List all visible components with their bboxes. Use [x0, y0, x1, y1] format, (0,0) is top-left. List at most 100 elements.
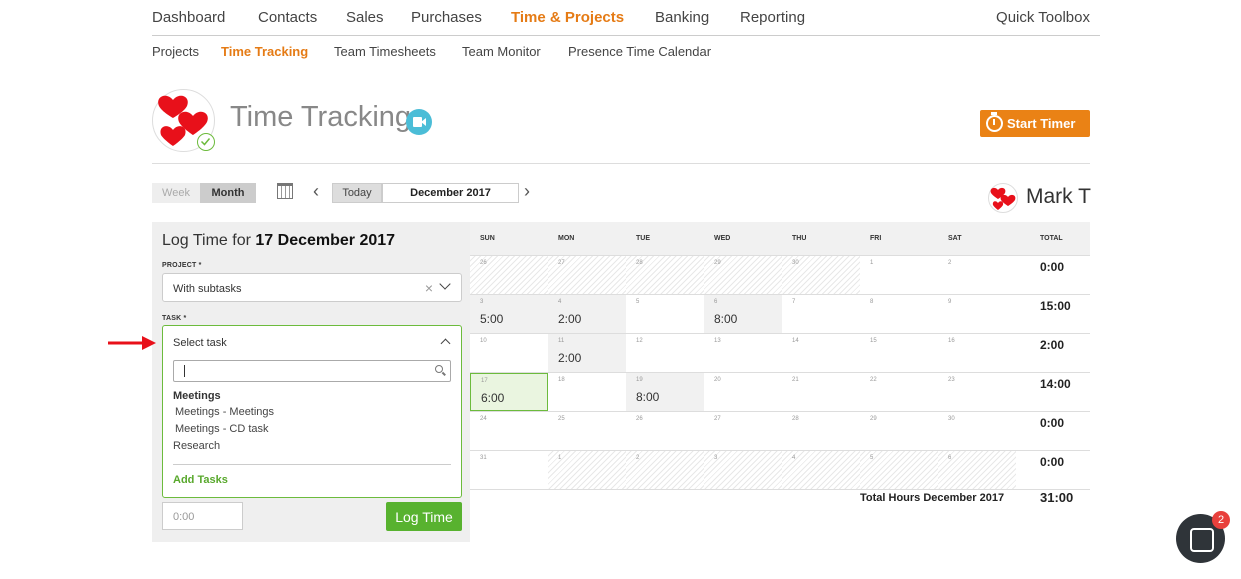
subnav-presence-calendar[interactable]: Presence Time Calendar	[568, 44, 711, 59]
calendar-day-cell[interactable]: 17 6:00	[470, 373, 548, 411]
start-timer-button[interactable]: Start Timer	[980, 110, 1090, 137]
view-toggle: Week Month	[152, 183, 256, 203]
calendar-day-cell[interactable]: 7	[782, 295, 860, 333]
nav-time-projects[interactable]: Time & Projects	[511, 9, 624, 26]
calendar-day-cell[interactable]: 13	[704, 334, 782, 372]
calendar-day-cell[interactable]: 16	[938, 334, 1016, 372]
calendar-day-cell[interactable]: 30	[782, 256, 860, 294]
period-field[interactable]: December 2017	[382, 183, 519, 203]
day-hours: 2:00	[558, 312, 582, 326]
calendar-day-cell[interactable]: 28	[626, 256, 704, 294]
header-sun: SUN	[480, 235, 495, 242]
calendar-week-row: 26 27 28 29 30 1 2 0:00	[470, 256, 1090, 295]
task-option[interactable]: Meetings - Meetings	[173, 406, 274, 423]
calendar-day-cell[interactable]: 10	[470, 334, 548, 372]
day-number: 2	[948, 260, 952, 266]
task-dropdown[interactable]: Select task Meetings Meetings - Meetings…	[162, 325, 462, 498]
task-placeholder[interactable]: Select task	[173, 337, 227, 349]
chevron-down-icon[interactable]	[439, 278, 451, 290]
day-number: 22	[870, 377, 877, 383]
top-nav: Dashboard Contacts Sales Purchases Time …	[152, 0, 1100, 36]
calendar-day-cell[interactable]: 3 5:00	[470, 295, 548, 333]
subnav-time-tracking[interactable]: Time Tracking	[221, 44, 308, 59]
nav-banking[interactable]: Banking	[655, 9, 709, 26]
project-select[interactable]: With subtasks ×	[162, 273, 462, 302]
calendar-day-cell[interactable]: 6	[938, 451, 1016, 489]
calendar-day-cell[interactable]: 19 8:00	[626, 373, 704, 411]
calendar-day-cell[interactable]: 25	[548, 412, 626, 450]
subnav-team-monitor[interactable]: Team Monitor	[462, 44, 541, 59]
nav-purchases[interactable]: Purchases	[411, 9, 482, 26]
today-button[interactable]: Today	[332, 183, 382, 203]
calendar-icon[interactable]	[277, 183, 293, 199]
week-view-button[interactable]: Week	[152, 183, 200, 203]
nav-dashboard[interactable]: Dashboard	[152, 9, 225, 26]
calendar-day-cell[interactable]: 11 2:00	[548, 334, 626, 372]
clear-icon[interactable]: ×	[425, 280, 433, 296]
task-option[interactable]: Research	[173, 440, 274, 457]
nav-reporting[interactable]: Reporting	[740, 9, 805, 26]
task-search-input[interactable]	[173, 360, 451, 382]
add-tasks-link[interactable]: Add Tasks	[173, 474, 228, 486]
calendar-day-cell[interactable]: 1	[548, 451, 626, 489]
day-number: 31	[480, 455, 487, 461]
video-help-icon[interactable]	[406, 109, 432, 135]
task-option[interactable]: Meetings - CD task	[173, 423, 274, 440]
calendar-day-cell[interactable]: 20	[704, 373, 782, 411]
calendar-day-cell[interactable]: 29	[704, 256, 782, 294]
subnav-projects[interactable]: Projects	[152, 44, 199, 59]
header-wed: WED	[714, 235, 731, 242]
calendar-day-cell[interactable]: 9	[938, 295, 1016, 333]
calendar-day-cell[interactable]: 21	[782, 373, 860, 411]
chevron-up-icon[interactable]	[440, 338, 451, 349]
calendar-day-cell[interactable]: 23	[938, 373, 1016, 411]
nav-contacts[interactable]: Contacts	[258, 9, 317, 26]
calendar-day-cell[interactable]: 5	[860, 451, 938, 489]
calendar-day-cell[interactable]: 2	[626, 451, 704, 489]
calendar-day-cell[interactable]: 2	[938, 256, 1016, 294]
user-name[interactable]: Mark T	[1026, 185, 1091, 209]
day-number: 7	[792, 299, 796, 305]
calendar-header: SUN MON TUE WED THU FRI SAT TOTAL	[470, 222, 1090, 256]
calendar-day-cell[interactable]: 8	[860, 295, 938, 333]
day-number: 26	[636, 416, 643, 422]
day-number: 29	[714, 260, 721, 266]
calendar-day-cell[interactable]: 28	[782, 412, 860, 450]
calendar-day-cell[interactable]: 26	[626, 412, 704, 450]
calendar-day-cell[interactable]: 1	[860, 256, 938, 294]
subnav-team-timesheets[interactable]: Team Timesheets	[334, 44, 436, 59]
month-view-button[interactable]: Month	[200, 183, 256, 203]
calendar-day-cell[interactable]: 4 2:00	[548, 295, 626, 333]
calendar-day-cell[interactable]: 24	[470, 412, 548, 450]
text-caret	[184, 365, 185, 377]
chevron-left-icon[interactable]: ‹	[313, 181, 319, 202]
quick-toolbox-link[interactable]: Quick Toolbox	[996, 9, 1090, 26]
header-tue: TUE	[636, 235, 650, 242]
calendar-day-cell[interactable]: 4	[782, 451, 860, 489]
calendar-day-cell[interactable]: 27	[704, 412, 782, 450]
day-number: 26	[480, 260, 487, 266]
calendar-day-cell[interactable]: 27	[548, 256, 626, 294]
user-avatar[interactable]	[988, 183, 1018, 213]
calendar-day-cell[interactable]: 6 8:00	[704, 295, 782, 333]
day-hours: 5:00	[480, 312, 504, 326]
calendar-day-cell[interactable]: 29	[860, 412, 938, 450]
calendar-day-cell[interactable]: 15	[860, 334, 938, 372]
verified-check-icon	[197, 133, 215, 151]
calendar-day-cell[interactable]: 30	[938, 412, 1016, 450]
chevron-right-icon[interactable]: ›	[524, 181, 530, 202]
day-number: 11	[558, 338, 565, 344]
day-hours: 6:00	[481, 391, 505, 405]
calendar-day-cell[interactable]: 14	[782, 334, 860, 372]
calendar-day-cell[interactable]: 22	[860, 373, 938, 411]
calendar-day-cell[interactable]: 31	[470, 451, 548, 489]
calendar-day-cell[interactable]: 5	[626, 295, 704, 333]
calendar-day-cell[interactable]: 18	[548, 373, 626, 411]
time-input[interactable]: 0:00	[162, 502, 243, 530]
day-number: 28	[792, 416, 799, 422]
calendar-day-cell[interactable]: 26	[470, 256, 548, 294]
calendar-day-cell[interactable]: 12	[626, 334, 704, 372]
log-time-button[interactable]: Log Time	[386, 502, 462, 531]
calendar-day-cell[interactable]: 3	[704, 451, 782, 489]
nav-sales[interactable]: Sales	[346, 9, 384, 26]
